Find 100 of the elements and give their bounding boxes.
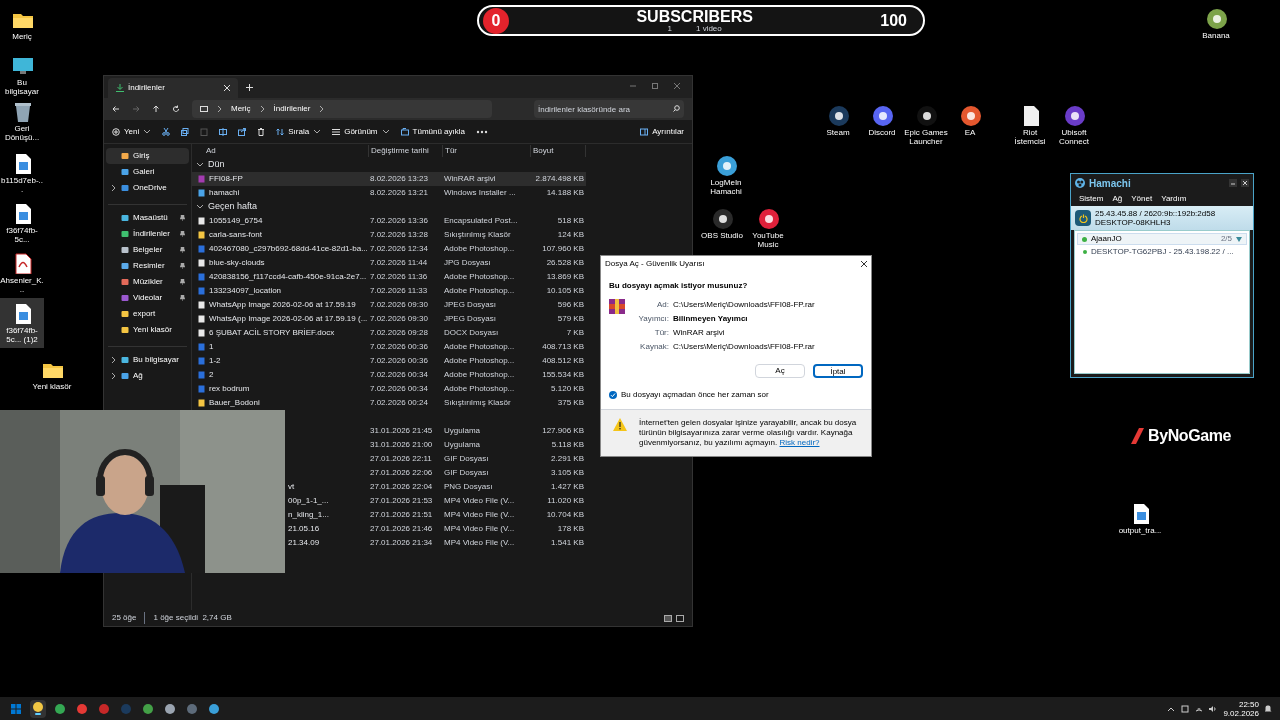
file-row[interactable]: 31.01.2026 21:45 Uygulama 127.906 KB <box>287 424 586 438</box>
file-row[interactable]: n_kling_1... 27.01.2026 21:51 MP4 Video File (V... 10.704 KB <box>287 508 586 522</box>
desktop-shortcut[interactable]: Discord <box>860 100 904 141</box>
column-header[interactable]: Değiştirme tarihi <box>368 145 442 157</box>
file-row[interactable]: 27.01.2026 22:06 GIF Dosyası 3.105 KB <box>287 466 586 480</box>
desktop-shortcut[interactable]: YouTube Music <box>746 203 790 253</box>
details-view-icon[interactable] <box>664 614 672 622</box>
file-row[interactable]: 1 7.02.2026 00:36 Adobe Photoshop... 408.713 KB <box>192 340 586 354</box>
file-row[interactable]: 133234097_location 7.02.2026 11:33 Adobe Photoshop... 10.105 KB <box>192 284 586 298</box>
minimize-icon[interactable] <box>1229 179 1237 187</box>
menu-item[interactable]: Yönet <box>1131 193 1153 205</box>
network-row[interactable]: AjaanJO 2/5 <box>1077 233 1247 245</box>
sidebar-item[interactable]: Resimler <box>106 258 189 274</box>
rename-icon[interactable] <box>219 127 228 136</box>
tiles-view-icon[interactable] <box>676 614 684 622</box>
group-header[interactable]: Geçen hafta <box>192 200 312 214</box>
sidebar-item[interactable]: Videolar <box>106 290 189 306</box>
app-icon[interactable] <box>1063 104 1085 126</box>
chevron-icon[interactable] <box>110 184 118 192</box>
link[interactable]: Risk nedir? <box>779 438 820 447</box>
file-row[interactable]: rex bodrum 7.02.2026 00:34 Adobe Photoshop... 5.120 KB <box>192 382 586 396</box>
app-icon[interactable] <box>915 104 937 126</box>
address-bar[interactable]: Meriç İndirilenler <box>192 100 492 118</box>
toolbar-button[interactable]: Sırala <box>276 125 322 138</box>
app-icon[interactable] <box>715 154 737 176</box>
file-row[interactable]: 21.34.09 27.01.2026 21:34 MP4 Video File (V... 1.541 KB <box>287 536 586 550</box>
file-row[interactable]: 31.01.2026 21:00 Uygulama 5.118 KB <box>287 438 586 452</box>
sidebar-item[interactable]: OneDrive <box>106 180 189 196</box>
desktop-shortcut[interactable]: output_tra... <box>1118 498 1162 539</box>
sidebar-item[interactable]: Belgeler <box>106 242 189 258</box>
speaker-icon[interactable] <box>1209 704 1218 713</box>
group-header[interactable]: Dün <box>192 158 312 172</box>
sidebar-item[interactable]: Müzikler <box>106 274 189 290</box>
desktop-shortcut[interactable]: EA <box>948 100 992 141</box>
cut-icon[interactable] <box>162 127 171 136</box>
menu-item[interactable]: Yardım <box>1161 193 1187 205</box>
forward-icon[interactable] <box>132 105 140 113</box>
app-icon[interactable] <box>959 104 981 126</box>
toolbar-button[interactable]: Görünüm <box>332 125 390 138</box>
maximize-icon[interactable] <box>652 83 658 89</box>
desktop-shortcut[interactable]: f36f74fb-5c... <box>0 198 44 248</box>
refresh-icon[interactable] <box>172 105 180 113</box>
desktop-shortcut[interactable]: Meriç <box>0 4 44 45</box>
toolbar-button[interactable]: Yeni <box>112 125 152 138</box>
column-header[interactable]: Ad <box>192 145 368 157</box>
desktop-shortcut[interactable]: Ahsenler_K... <box>0 248 44 298</box>
file-row[interactable]: 420838156_f117ccd4-cafb-450e-91ca-2e7... 7.02.2026 11:36 Adobe Photoshop... 13.869 KB <box>192 270 586 284</box>
checkbox-label[interactable]: Bu dosyayı açmadan önce her zaman sor <box>621 389 769 401</box>
sidebar-item[interactable]: Yeni klasör <box>106 322 189 338</box>
sidebar-item[interactable]: Giriş <box>106 148 189 164</box>
file-row[interactable]: 27.01.2026 22:11 GIF Dosyası 2.291 KB <box>287 452 586 466</box>
file-row[interactable]: 1-2 7.02.2026 00:36 Adobe Photoshop... 408.512 KB <box>192 354 586 368</box>
desktop-shortcut[interactable]: Ubisoft Connect <box>1052 100 1096 150</box>
search-field[interactable]: İndirilenler klasöründe ara <box>534 100 684 118</box>
desktop-shortcut[interactable]: Epic Games Launcher <box>904 100 948 150</box>
display-icon[interactable] <box>1181 704 1190 713</box>
explorer-tab[interactable]: İndirilenler <box>108 78 238 98</box>
file-row[interactable]: Bauer_Bodoni 7.02.2026 00:24 Sıkıştırılmış Klasör 375 KB <box>192 396 586 410</box>
app-icon[interactable] <box>757 207 779 229</box>
desktop-shortcut[interactable]: f36f74fb-5c... (1)2 <box>0 298 44 348</box>
peer-row[interactable]: DESKTOP-TG62PBJ - 25.43.198.22 / ... <box>1077 247 1234 257</box>
up-icon[interactable] <box>152 105 160 113</box>
sidebar-item[interactable]: Galeri <box>106 164 189 180</box>
desktop-shortcut[interactable]: LogMeIn Hamachi <box>704 150 748 200</box>
file-row[interactable]: 1055149_6754 7.02.2026 13:36 Encapsulated Post... 518 KB <box>192 214 586 228</box>
column-header[interactable]: Boyut <box>530 145 586 157</box>
app-icon[interactable] <box>1205 7 1227 29</box>
column-header[interactable]: Tür <box>442 145 530 157</box>
share-icon[interactable] <box>238 127 247 136</box>
new-tab-icon[interactable] <box>246 84 253 91</box>
file-row[interactable]: WhatsApp Image 2026-02-06 at 17.59.19 7.02.2026 09:30 JPEG Dosyası 596 KB <box>192 298 586 312</box>
file-row[interactable]: blue-sky-clouds 7.02.2026 11:44 JPG Dosyası 26.528 KB <box>192 256 586 270</box>
breadcrumb[interactable]: Meriç <box>231 103 251 115</box>
clock[interactable]: 22:50 9.02.2026 <box>1223 699 1259 718</box>
checkbox[interactable] <box>609 391 617 399</box>
desktop-shortcut[interactable]: Riot İstemcisi <box>1008 100 1052 150</box>
file-row[interactable]: carla-sans-font 7.02.2026 13:28 Sıkıştırılmış Klasör 124 KB <box>192 228 586 242</box>
power-button[interactable] <box>1075 210 1091 226</box>
app-icon[interactable] <box>711 207 733 229</box>
file-row[interactable]: 2 7.02.2026 00:34 Adobe Photoshop... 155.534 KB <box>192 368 586 382</box>
copy-icon[interactable] <box>181 127 190 136</box>
file-row[interactable]: FFI08-FP 8.02.2026 13:23 WinRAR arşivi 2.874.498 KB <box>192 172 586 186</box>
file-row[interactable]: 6 ŞUBAT ACİL STORY BRİEF.docx 7.02.2026 09:28 DOCX Dosyası 7 KB <box>192 326 586 340</box>
file-row[interactable]: 402467080_c297b692-68dd-41ce-82d1-ba... 7.02.2026 12:34 Adobe Photoshop... 107.960 KB <box>192 242 586 256</box>
file-row[interactable]: 00p_1-1_... 27.01.2026 21:53 MP4 Video File (V... 11.020 KB <box>287 494 586 508</box>
dialog-button[interactable]: Aç <box>755 364 805 378</box>
trash-icon[interactable] <box>257 127 266 136</box>
sidebar-item[interactable]: İndirilenler <box>106 226 189 242</box>
desktop-shortcut[interactable]: b115d7eb-... <box>0 148 44 198</box>
back-icon[interactable] <box>112 105 120 113</box>
file-row[interactable]: vt 27.01.2026 22:04 PNG Dosyası 1.427 KB <box>287 480 586 494</box>
taskbar-app-button[interactable] <box>30 699 46 718</box>
close-icon[interactable] <box>861 261 867 267</box>
more-options-icon[interactable] <box>476 129 488 134</box>
sidebar-item[interactable]: export <box>106 306 189 322</box>
dialog-button[interactable]: İptal <box>813 364 863 378</box>
toolbar-button[interactable]: Ayrıntılar <box>640 125 684 138</box>
menu-item[interactable]: Sistem <box>1079 193 1104 205</box>
menu-item[interactable]: Ağ <box>1112 193 1123 205</box>
sidebar-item[interactable]: Bu bilgisayar <box>106 352 189 368</box>
